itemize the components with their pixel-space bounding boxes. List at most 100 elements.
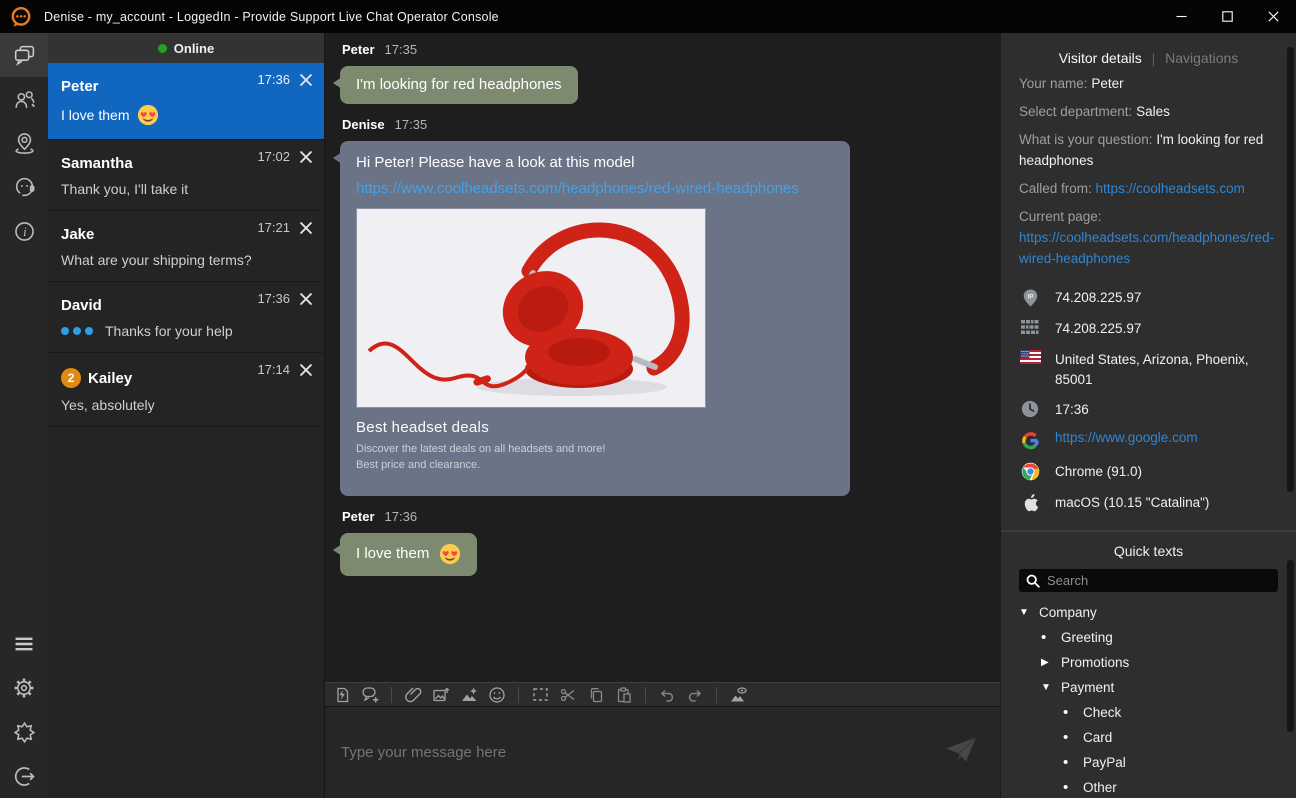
visitor-name: Peter [61, 78, 99, 95]
attach-file-icon[interactable] [403, 685, 423, 705]
message-text: I love them [356, 545, 429, 562]
sound-alerts-icon[interactable] [0, 710, 48, 754]
nav-visitors-icon[interactable] [0, 77, 48, 121]
close-chat-icon[interactable] [300, 222, 312, 234]
provide-support-logo-icon [10, 6, 32, 28]
current-page-link[interactable]: https://coolheadsets.com/headphones/red-… [1019, 230, 1274, 266]
quicktext-folder-payment[interactable]: ▼ Payment [1019, 675, 1278, 700]
toolbar-separator [518, 687, 519, 703]
visitor-details-scrollbar[interactable] [1287, 47, 1294, 492]
shared-link[interactable]: https://www.coolheadsets.com/headphones/… [356, 180, 834, 197]
message-time: 17:35 [385, 42, 418, 57]
logout-icon[interactable] [0, 754, 48, 798]
menu-icon[interactable] [0, 622, 48, 666]
copy-icon[interactable] [586, 685, 606, 705]
svg-text:IP: IP [1027, 294, 1034, 301]
settings-gear-icon[interactable] [0, 666, 48, 710]
chat-preview-text: Thank you, I'll take it [61, 181, 188, 197]
visitor-name: Kailey [88, 370, 132, 387]
chat-list-item-david[interactable]: David 17:36 Thanks for your help [48, 282, 324, 353]
online-status-label: Online [174, 41, 214, 56]
chat-list-item-samantha[interactable]: Samantha 17:02 Thank you, I'll take it [48, 140, 324, 211]
send-snapshot-icon[interactable] [459, 685, 479, 705]
close-chat-icon[interactable] [300, 364, 312, 376]
chat-list-item-jake[interactable]: Jake 17:21 What are your shipping terms? [48, 211, 324, 282]
quicktext-folder-company[interactable]: ▼ Company [1019, 600, 1278, 625]
chat-list-item-kailey[interactable]: 2 Kailey 17:14 Yes, absolutely [48, 353, 324, 427]
field-current-page: Current page: https://coolheadsets.com/h… [1019, 206, 1278, 269]
title-bar: Denise - my_account - LoggedIn - Provide… [0, 0, 1296, 33]
referrer-row: https://www.google.com [1019, 430, 1278, 452]
close-chat-icon[interactable] [300, 74, 312, 86]
toolbar-separator [716, 687, 717, 703]
close-chat-icon[interactable] [300, 293, 312, 305]
nav-geo-location-icon[interactable] [0, 121, 48, 165]
insert-quick-text-icon[interactable] [332, 685, 352, 705]
nav-operators-icon[interactable] [0, 165, 48, 209]
ip-pin-icon: IP [1019, 287, 1041, 308]
bullet-icon: • [1063, 708, 1074, 718]
image-preview-icon[interactable] [728, 685, 748, 705]
visitor-name: Jake [61, 226, 94, 243]
nav-chats-icon[interactable] [0, 33, 48, 77]
field-your-name: Your name: Peter [1019, 73, 1278, 94]
tab-navigations[interactable]: Navigations [1165, 50, 1238, 66]
quicktext-label: Other [1083, 780, 1117, 795]
quicktext-item-other[interactable]: • Other [1019, 775, 1278, 798]
operator-console-window: Denise - my_account - LoggedIn - Provide… [0, 0, 1296, 798]
message-history: Peter 17:35 I'm looking for red headphon… [325, 33, 1000, 682]
svg-text:i: i [23, 224, 27, 239]
quicktext-item-check[interactable]: • Check [1019, 700, 1278, 725]
quick-texts-title: Quick texts [1019, 543, 1278, 559]
browser-row: Chrome (91.0) [1019, 461, 1278, 483]
visitor-message-bubble: I'm looking for red headphones [340, 66, 578, 104]
insert-emoji-icon[interactable] [487, 685, 507, 705]
visitor-name: Samantha [61, 155, 133, 172]
select-area-icon[interactable] [530, 685, 550, 705]
add-quick-text-icon[interactable] [360, 685, 380, 705]
link-card-description: Discover the latest deals on all headset… [356, 442, 834, 474]
close-chat-icon[interactable] [300, 151, 312, 163]
chat-list-item-peter[interactable]: Peter 17:36 I love them [48, 63, 324, 140]
called-from-link[interactable]: https://coolheadsets.com [1096, 181, 1245, 196]
toolbar-separator [391, 687, 392, 703]
quick-texts-search [1019, 569, 1278, 592]
field-department: Select department: Sales [1019, 101, 1278, 122]
composer-toolbar [325, 682, 1000, 707]
quicktext-folder-promotions[interactable]: ▶ Promotions [1019, 650, 1278, 675]
paste-icon[interactable] [614, 685, 634, 705]
referrer-link[interactable]: https://www.google.com [1055, 430, 1198, 445]
quick-texts-scrollbar[interactable] [1287, 560, 1294, 732]
chat-preview-text: Thanks for your help [105, 323, 233, 339]
quicktext-label: Promotions [1061, 655, 1129, 670]
conversation-panel: Peter 17:35 I'm looking for red headphon… [325, 33, 1000, 798]
minimize-button[interactable] [1158, 0, 1204, 33]
chat-time: 17:36 [257, 72, 290, 87]
cut-icon[interactable] [558, 685, 578, 705]
send-message-icon[interactable] [944, 735, 978, 770]
quick-texts-search-input[interactable] [1047, 573, 1271, 588]
chat-list-panel: Online Peter 17:36 I love them Samant [48, 33, 325, 798]
message-input[interactable] [325, 707, 1000, 798]
message-text: Hi Peter! Please have a look at this mod… [356, 154, 834, 171]
heart-eyes-emoji [137, 104, 159, 126]
quicktext-item-paypal[interactable]: • PayPal [1019, 750, 1278, 775]
nav-info-icon[interactable]: i [0, 209, 48, 253]
triangle-right-icon: ▶ [1041, 657, 1052, 668]
chat-preview-text: I love them [61, 107, 129, 123]
redo-icon[interactable] [685, 685, 705, 705]
triangle-down-icon: ▼ [1041, 682, 1052, 693]
unread-count-badge: 2 [61, 368, 81, 388]
tab-separator: | [1152, 50, 1156, 66]
quicktext-item-card[interactable]: • Card [1019, 725, 1278, 750]
send-image-icon[interactable] [431, 685, 451, 705]
server-icon [1019, 318, 1041, 335]
undo-icon[interactable] [657, 685, 677, 705]
close-button[interactable] [1250, 0, 1296, 33]
maximize-button[interactable] [1204, 0, 1250, 33]
chat-preview-text: What are your shipping terms? [61, 252, 252, 268]
red-headphones-photo [357, 209, 705, 407]
quicktext-item-greeting[interactable]: • Greeting [1019, 625, 1278, 650]
chrome-icon [1019, 461, 1041, 481]
tab-visitor-details[interactable]: Visitor details [1059, 50, 1142, 66]
